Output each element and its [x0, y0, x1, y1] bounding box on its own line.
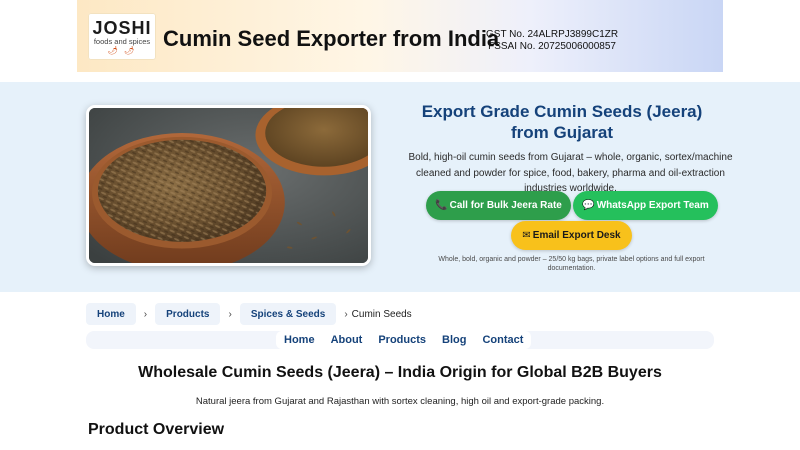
hero-section: Export Grade Cumin Seeds (Jeera) from Gu… [0, 82, 800, 292]
breadcrumb-home[interactable]: Home [86, 303, 136, 325]
phone-icon: 📞 [435, 200, 448, 211]
breadcrumb: Home › Products › Spices & Seeds › Cumin… [86, 303, 412, 325]
logo-wordmark: JOSHI [92, 17, 152, 38]
nav-home[interactable]: Home [276, 331, 323, 349]
chili-icon: 🌶 🌶 [107, 45, 137, 55]
chat-icon: 💬 [582, 200, 595, 211]
hero-title: Export Grade Cumin Seeds (Jeera) from Gu… [421, 102, 703, 142]
breadcrumb-spices-seeds[interactable]: Spices & Seeds [239, 303, 337, 325]
nav-products[interactable]: Products [370, 331, 434, 349]
nav-blog[interactable]: Blog [434, 331, 474, 349]
breadcrumb-products[interactable]: Products [155, 303, 221, 325]
nav-contact[interactable]: Contact [474, 331, 531, 349]
site-header: JOSHI foods and spices 🌶 🌶 Cumin Seed Ex… [77, 0, 723, 72]
email-export-button[interactable]: ✉ Email Export Desk [511, 221, 632, 250]
main-nav: Home About Products Blog Contact [86, 331, 714, 349]
breadcrumb-current: Cumin Seeds [351, 308, 412, 320]
logo-name: JOSHI [92, 19, 151, 37]
section-title-product-overview: Product Overview [88, 421, 225, 438]
cumin-bowls-illustration [89, 108, 368, 263]
nav-links: Home About Products Blog Contact [276, 331, 532, 349]
page-subtitle: Natural jeera from Gujarat and Rajasthan… [195, 396, 605, 407]
whatsapp-export-button[interactable]: 💬 WhatsApp Export Team [573, 191, 718, 220]
logo-tagline: foods and spices [93, 36, 151, 46]
hero-note: Whole, bold, organic and powder – 25/50 … [438, 256, 705, 272]
email-button-label: Email Export Desk [532, 230, 621, 241]
breadcrumb-separator: › [143, 308, 148, 320]
registration-info: GST No. 24ALRPJ3899C1ZR FSSAI No. 207250… [486, 29, 618, 53]
hero-image [86, 105, 371, 266]
site-title: Cumin Seed Exporter from India [163, 26, 500, 51]
breadcrumb-separator: › [344, 308, 348, 320]
nav-about[interactable]: About [323, 331, 371, 349]
gst-number: GST No. 24ALRPJ3899C1ZR [486, 29, 619, 40]
envelope-icon: ✉ [522, 230, 531, 241]
brand-logo[interactable]: JOSHI foods and spices 🌶 🌶 [88, 13, 156, 60]
call-button-label: Call for Bulk Jeera Rate [449, 200, 562, 211]
fssai-number: FSSAI No. 20725006000857 [488, 41, 616, 52]
breadcrumb-separator: › [228, 308, 232, 320]
page-title: Wholesale Cumin Seeds (Jeera) – India Or… [138, 364, 662, 381]
whatsapp-button-label: WhatsApp Export Team [596, 200, 709, 211]
call-bulk-rate-button[interactable]: 📞 Call for Bulk Jeera Rate [426, 191, 571, 220]
hero-description: Bold, high-oil cumin seeds from Gujarat … [408, 152, 733, 194]
